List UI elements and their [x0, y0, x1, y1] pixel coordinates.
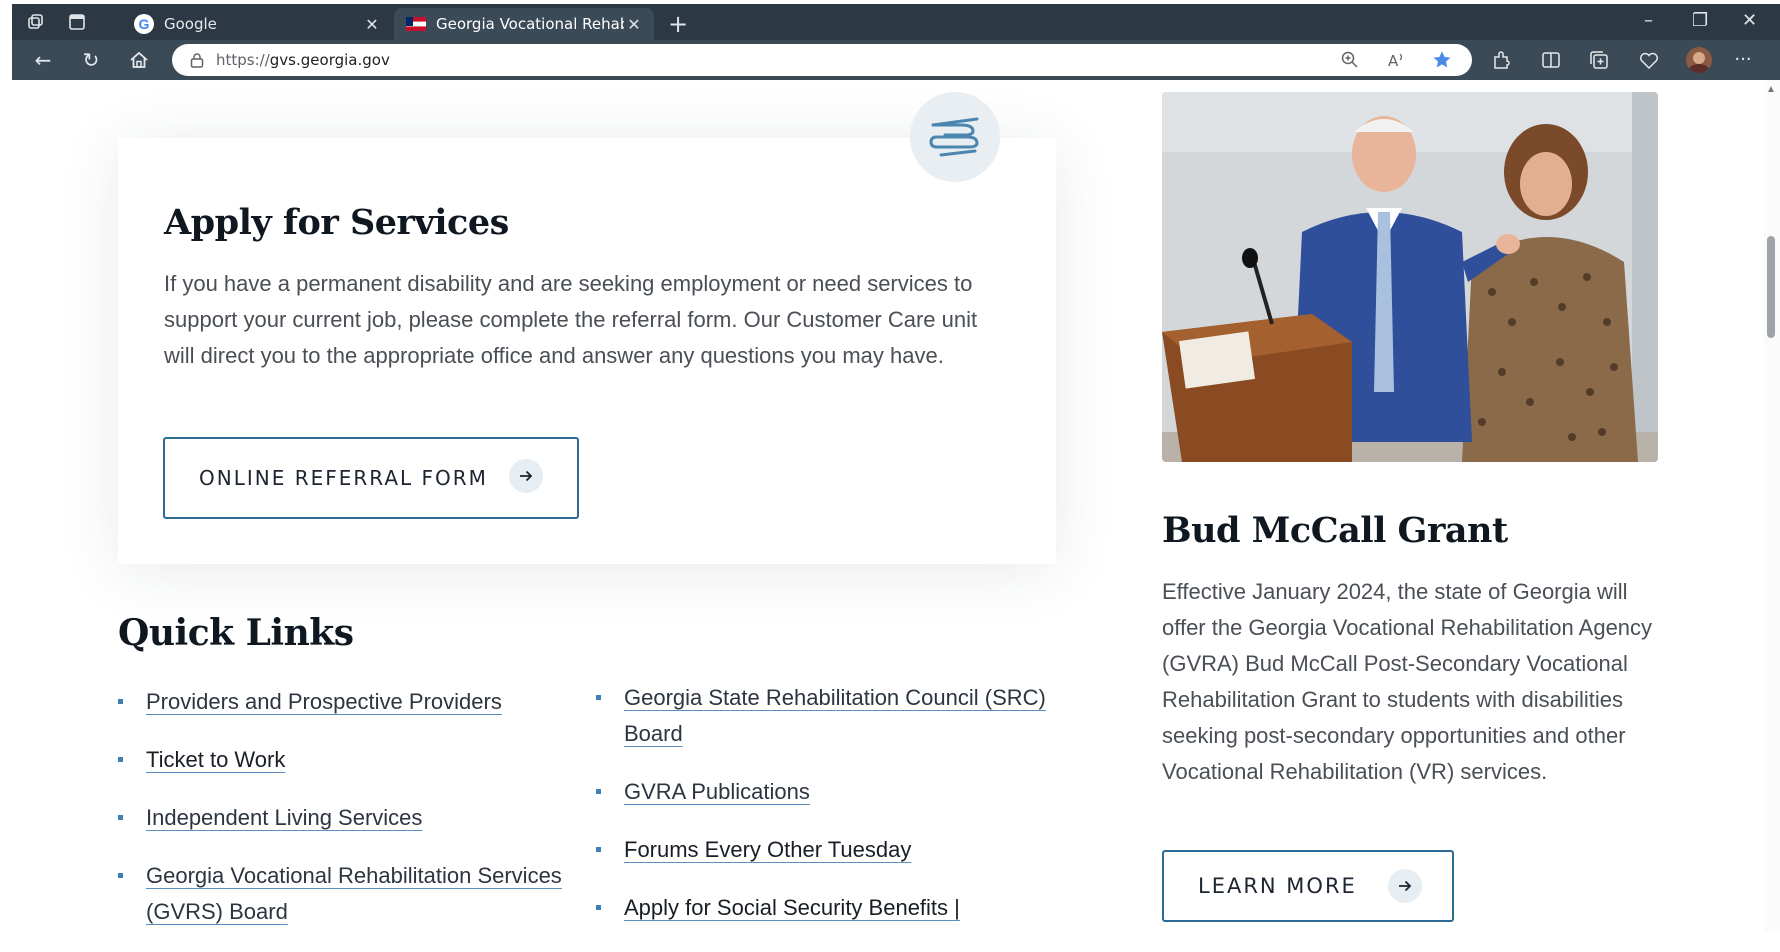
collections-icon[interactable]: [1588, 49, 1610, 71]
svg-text:G: G: [139, 16, 150, 32]
georgia-flag-icon: [406, 17, 426, 31]
read-aloud-icon[interactable]: A: [1386, 50, 1406, 70]
quick-links-title: Quick Links: [118, 612, 354, 654]
browser-tab-bar: G Google ✕ Georgia Vocational Rehabilita…: [12, 4, 1780, 40]
split-screen-icon[interactable]: [1540, 49, 1562, 71]
quick-links-column-2: Georgia State Rehabilitation Council (SR…: [596, 680, 1056, 948]
link-providers[interactable]: Providers and Prospective Providers: [146, 689, 502, 714]
quick-links-column-1: Providers and Prospective Providers Tick…: [118, 684, 588, 952]
more-menu-icon[interactable]: ···: [1732, 49, 1754, 71]
back-icon[interactable]: ←: [32, 49, 54, 71]
tab-actions-icon[interactable]: [68, 13, 86, 31]
browser-nav-bar: ← ↻ https://gvs.georgia.gov A ···: [12, 40, 1780, 80]
link-ticket-to-work[interactable]: Ticket to Work: [146, 747, 285, 772]
profile-avatar[interactable]: [1686, 47, 1712, 73]
workspaces-icon[interactable]: [26, 13, 44, 31]
extensions-icon[interactable]: [1490, 49, 1512, 71]
learn-more-button[interactable]: LEARN MORE: [1162, 850, 1454, 922]
list-item: Georgia Vocational Rehabilitation Servic…: [118, 858, 588, 930]
link-src-board[interactable]: Georgia State Rehabilitation Council (SR…: [624, 685, 1046, 746]
browser-essentials-icon[interactable]: [1638, 49, 1660, 71]
list-item: Forums Every Other Tuesday: [596, 832, 1056, 868]
apply-description: If you have a permanent disability and a…: [164, 271, 978, 368]
svg-text:A: A: [1388, 52, 1399, 70]
google-icon: G: [134, 14, 154, 34]
tab-georgia-vr[interactable]: Georgia Vocational Rehabilitation Agency…: [394, 8, 654, 40]
close-tab-icon[interactable]: ✕: [624, 15, 644, 34]
url-text: https://gvs.georgia.gov: [216, 51, 390, 69]
link-independent-living[interactable]: Independent Living Services: [146, 805, 422, 830]
address-bar[interactable]: https://gvs.georgia.gov A: [172, 44, 1472, 76]
close-window-button[interactable]: ✕: [1742, 10, 1757, 31]
grant-title: Bud McCall Grant: [1162, 510, 1508, 551]
arrow-right-icon: [1388, 869, 1422, 903]
button-label: LEARN MORE: [1198, 874, 1357, 898]
scroll-up-arrow-icon[interactable]: ▲: [1766, 84, 1776, 95]
close-tab-icon[interactable]: ✕: [362, 15, 382, 34]
photo-illustration: [1162, 92, 1658, 462]
list-item: Providers and Prospective Providers: [118, 684, 588, 720]
home-icon[interactable]: [128, 49, 150, 71]
list-item: Georgia State Rehabilitation Council (SR…: [596, 680, 1056, 752]
tab-google[interactable]: G Google ✕: [122, 8, 392, 40]
link-gvrs-board[interactable]: Georgia Vocational Rehabilitation Servic…: [146, 863, 562, 924]
arrow-right-icon: [509, 459, 543, 493]
list-item: Apply for Social Security Benefits |: [596, 890, 1056, 926]
tab-title: Google: [164, 15, 217, 33]
lock-icon[interactable]: [190, 52, 204, 68]
zoom-icon[interactable]: [1340, 50, 1360, 70]
apply-services-card: Apply for Services If you have a permane…: [118, 138, 1056, 564]
link-gvra-publications[interactable]: GVRA Publications: [624, 779, 810, 804]
grant-description: Effective January 2024, the state of Geo…: [1162, 579, 1653, 784]
button-label: ONLINE REFERRAL FORM: [199, 466, 488, 490]
link-social-security[interactable]: Apply for Social Security Benefits |: [624, 895, 960, 920]
list-item: GVRA Publications: [596, 774, 1056, 810]
minimize-button[interactable]: –: [1644, 10, 1653, 31]
list-item: Ticket to Work: [118, 742, 588, 778]
favorite-star-icon[interactable]: [1432, 50, 1452, 70]
grant-photo: [1162, 92, 1658, 462]
scrollbar-track[interactable]: [1764, 80, 1780, 931]
refresh-icon[interactable]: ↻: [80, 49, 102, 71]
new-tab-button[interactable]: +: [668, 10, 688, 38]
restore-button[interactable]: ❐: [1692, 10, 1708, 31]
helping-hand-icon: [910, 92, 1000, 182]
list-item: Independent Living Services: [118, 800, 588, 836]
apply-title: Apply for Services: [164, 202, 509, 243]
scrollbar-thumb[interactable]: [1767, 236, 1775, 338]
link-forums[interactable]: Forums Every Other Tuesday: [624, 837, 911, 862]
online-referral-form-button[interactable]: ONLINE REFERRAL FORM: [163, 437, 579, 519]
tab-title: Georgia Vocational Rehabilitation Agency: [436, 15, 624, 33]
